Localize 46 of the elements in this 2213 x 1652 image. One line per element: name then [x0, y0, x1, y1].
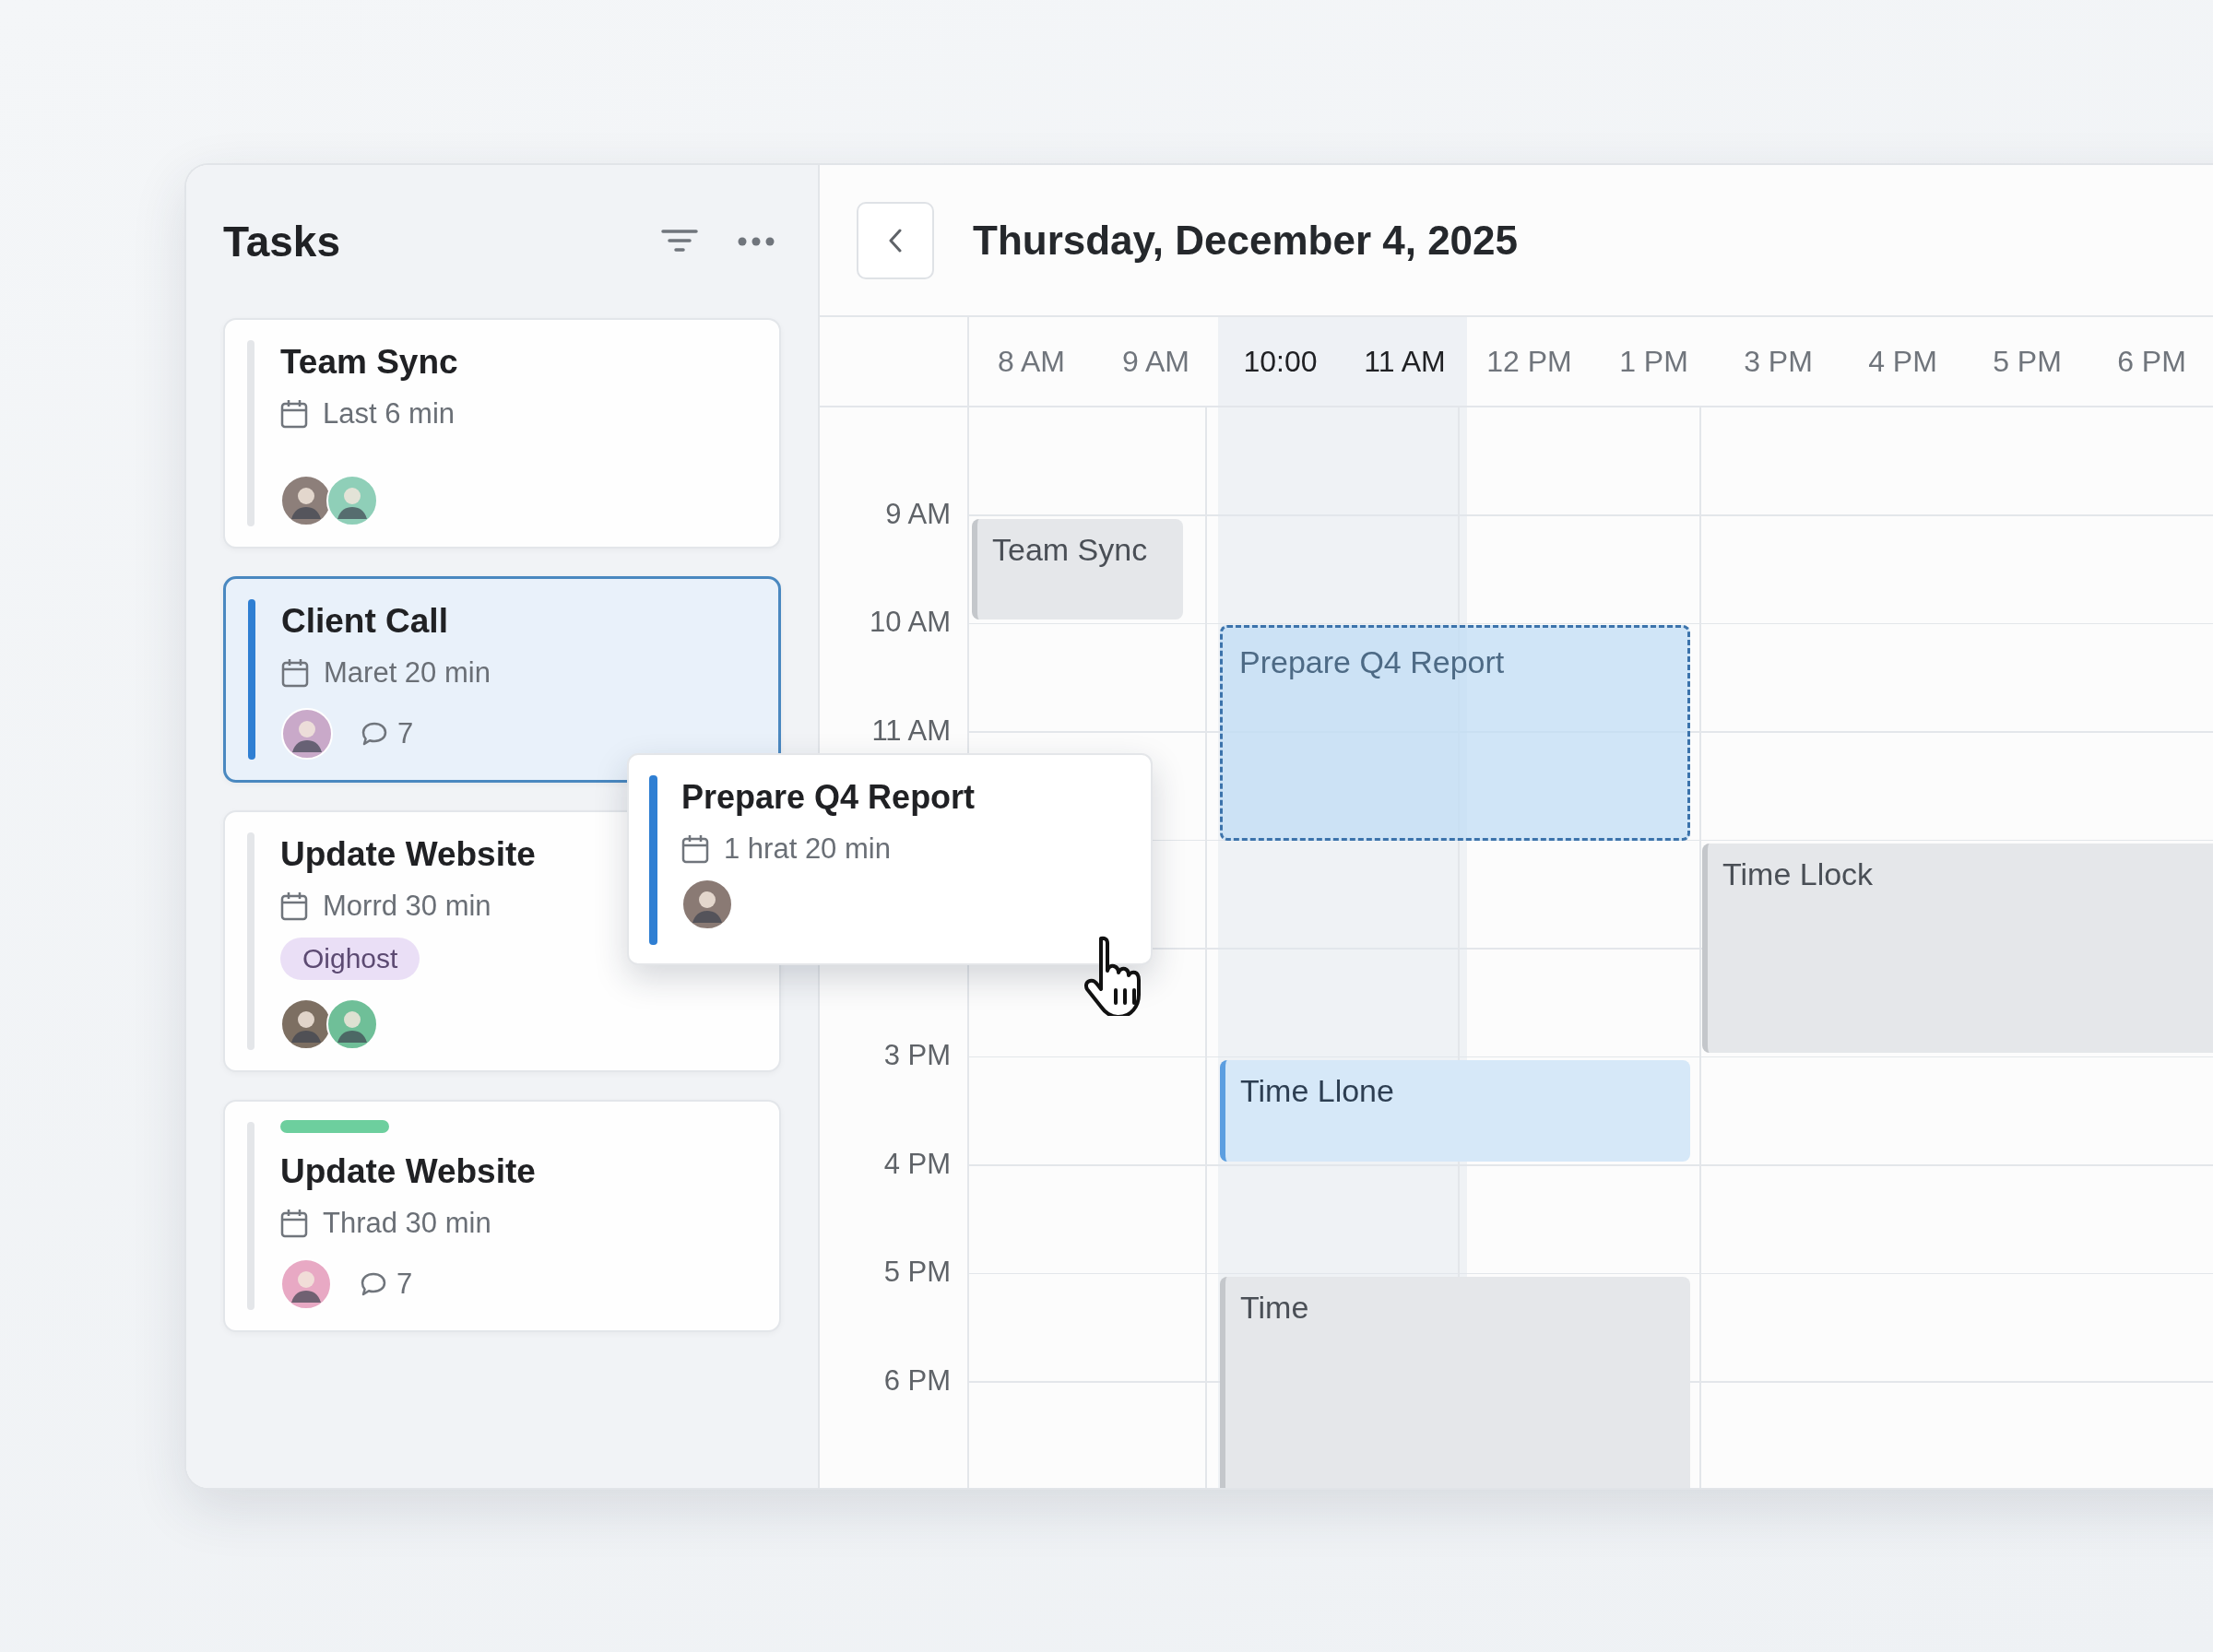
- calendar-event[interactable]: Prepare Q4 Report: [1220, 625, 1690, 841]
- hour-header[interactable]: 9 AM: [1094, 317, 1218, 406]
- task-tag: Oighost: [280, 938, 420, 980]
- task-title: Update Website: [280, 834, 536, 875]
- calendar-date: Thursday, December 4, 2025: [973, 217, 1519, 264]
- hour-header[interactable]: 12 PM: [1467, 317, 1592, 406]
- hour-header[interactable]: 8 AM: [969, 317, 1094, 406]
- hour-header[interactable]: 11 AM: [1343, 317, 1467, 406]
- task-duration: Thrad 30 min: [323, 1207, 491, 1240]
- hour-header[interactable]: 10:00: [1218, 317, 1343, 406]
- comment-icon: [360, 1271, 387, 1297]
- calendar-icon: [281, 658, 309, 688]
- calendar-event[interactable]: Time Llone: [1220, 1060, 1690, 1162]
- task-title: Team Sync: [280, 342, 458, 383]
- task-card[interactable]: Update Website Thrad 30 min 7: [223, 1100, 781, 1332]
- calendar-event[interactable]: Team Sync: [972, 519, 1183, 620]
- calendar-event[interactable]: Time Llock: [1702, 844, 2213, 1053]
- calendar-icon: [280, 399, 308, 429]
- calendar-icon: [280, 891, 308, 921]
- time-label: 3 PM: [883, 1038, 951, 1073]
- hour-header[interactable]: 6 PM: [2089, 317, 2213, 406]
- hour-header[interactable]: 1 PM: [1592, 317, 1716, 406]
- task-card[interactable]: Team Sync Last 6 min: [223, 318, 781, 549]
- task-duration: Last 6 min: [323, 397, 455, 431]
- time-label: 10 AM: [870, 605, 951, 640]
- task-title: Client Call: [281, 601, 448, 642]
- calendar-event[interactable]: Time: [1220, 1277, 1690, 1488]
- comment-count: 7: [396, 1268, 413, 1301]
- calendar-icon: [280, 1209, 308, 1238]
- time-label: 11 AM: [871, 713, 951, 749]
- task-duration: Maret 20 min: [324, 656, 491, 690]
- calendar-icon: [681, 834, 709, 864]
- task-duration: Morrd 30 min: [323, 890, 491, 923]
- time-label: 6 PM: [883, 1363, 951, 1398]
- comment-icon: [361, 721, 388, 747]
- time-label: 5 PM: [883, 1255, 951, 1290]
- hour-header[interactable]: 4 PM: [1840, 317, 1965, 406]
- task-card[interactable]: Client Call Maret 20 min 7: [223, 576, 781, 783]
- tasks-title: Tasks: [223, 217, 342, 266]
- time-label: 4 PM: [883, 1146, 951, 1182]
- comment-count: 7: [397, 717, 414, 750]
- hour-header[interactable]: 3 PM: [1716, 317, 1840, 406]
- drag-preview-overlay[interactable]: Prepare Q4 Report 1 hrat 20 min: [627, 753, 1153, 965]
- time-label: 9 AM: [885, 496, 951, 532]
- task-title: Update Website: [280, 1151, 536, 1192]
- hour-header[interactable]: 5 PM: [1965, 317, 2089, 406]
